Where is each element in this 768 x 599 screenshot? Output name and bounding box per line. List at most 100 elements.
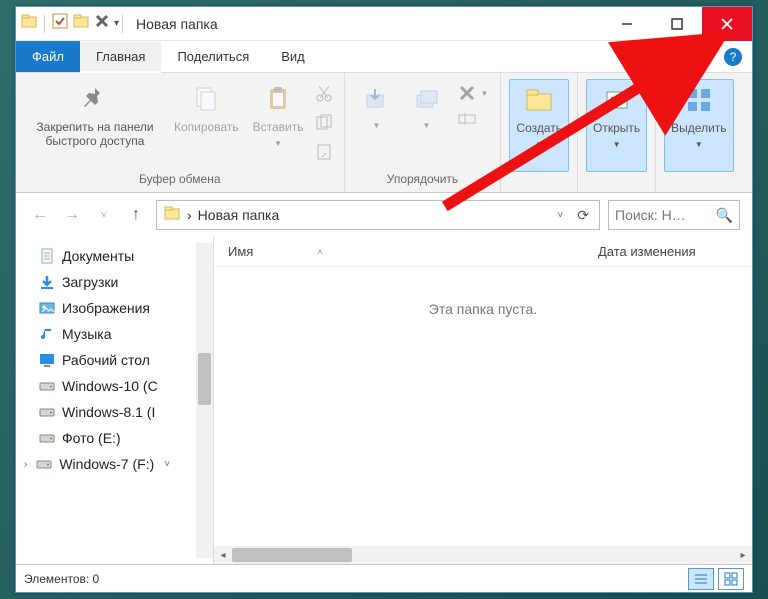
tab-view[interactable]: Вид <box>265 41 321 72</box>
forward-button[interactable]: → <box>60 203 84 227</box>
search-placeholder: Поиск: Н… <box>615 207 712 223</box>
download-icon <box>38 273 56 291</box>
chevron-right-icon[interactable]: › <box>24 459 27 470</box>
folder-icon <box>521 82 557 118</box>
group-clipboard: Закрепить на панели быстрого доступа Коп… <box>16 73 345 192</box>
tree-item-drive-f[interactable]: › Windows-7 (F:) ˅ <box>16 451 213 477</box>
minimize-button[interactable] <box>602 7 652 41</box>
refresh-icon[interactable]: ⟳ <box>573 207 593 224</box>
rename-icon <box>457 109 477 129</box>
move-to-button[interactable]: ▼ <box>353 79 401 172</box>
open-icon <box>599 82 635 118</box>
document-icon <box>38 247 56 265</box>
breadcrumb-sep[interactable]: › <box>187 207 192 223</box>
close-button[interactable] <box>702 7 752 41</box>
tree-item-downloads[interactable]: Загрузки <box>16 269 213 295</box>
group-select: Выделить ▼ <box>656 73 741 192</box>
tree-label: Windows-8.1 (I <box>62 404 155 420</box>
chevron-down-icon: ▼ <box>481 89 489 98</box>
up-button[interactable]: ↑ <box>124 203 148 227</box>
cut-icon[interactable] <box>314 83 334 108</box>
group-open: Открыть ▼ <box>578 73 656 192</box>
group-new: Создать ▼ <box>501 73 578 192</box>
breadcrumb[interactable]: Новая папка <box>198 207 280 223</box>
tree-item-drive-81[interactable]: Windows-8.1 (I <box>16 399 213 425</box>
collapse-ribbon-icon[interactable]: ⌃ <box>707 50 716 63</box>
paste-label: Вставить <box>253 121 304 135</box>
tree-item-documents[interactable]: Документы <box>16 243 213 269</box>
tree-label: Фото (E:) <box>62 430 121 446</box>
chevron-down-icon[interactable]: ˅ <box>164 459 170 470</box>
search-box[interactable]: Поиск: Н… 🔍 <box>608 200 740 230</box>
select-label: Выделить <box>671 122 726 136</box>
scroll-right-icon[interactable]: ▸ <box>734 550 752 561</box>
drive-icon <box>38 403 56 421</box>
pin-icon <box>77 81 113 117</box>
select-icon <box>681 82 717 118</box>
chevron-down-icon: ▼ <box>535 140 543 149</box>
empty-message: Эта папка пуста. <box>214 267 752 546</box>
view-details-button[interactable] <box>688 568 714 590</box>
ribbon: Закрепить на панели быстрого доступа Коп… <box>16 73 752 193</box>
rename-button[interactable] <box>455 107 491 131</box>
pin-button[interactable]: Закрепить на панели быстрого доступа <box>24 79 166 172</box>
folder-icon[interactable] <box>72 12 90 35</box>
column-headers: Имя˄ Дата изменения <box>214 237 752 267</box>
desktop-icon <box>38 351 56 369</box>
open-button[interactable]: Открыть ▼ <box>586 79 647 172</box>
recent-dropdown[interactable]: ˅ <box>92 203 116 227</box>
delete-button[interactable]: ▼ <box>455 81 491 105</box>
h-scroll-thumb[interactable] <box>232 548 352 562</box>
dropdown-icon[interactable]: ▾ <box>114 18 119 29</box>
check-icon[interactable] <box>51 12 69 35</box>
tree-item-music[interactable]: Музыка <box>16 321 213 347</box>
tab-share[interactable]: Поделиться <box>161 41 265 72</box>
h-scrollbar[interactable]: ◂ ▸ <box>214 546 752 564</box>
help-icon[interactable]: ? <box>724 48 742 66</box>
move-icon <box>359 81 395 117</box>
tree-label: Документы <box>62 248 134 264</box>
tree-scrollbar[interactable] <box>196 243 213 558</box>
scroll-left-icon[interactable]: ◂ <box>214 550 232 561</box>
content-pane: Имя˄ Дата изменения Эта папка пуста. ◂ ▸ <box>214 237 752 564</box>
copy-to-icon <box>409 81 445 117</box>
tab-home[interactable]: Главная <box>80 42 161 73</box>
folder-icon[interactable] <box>20 12 38 35</box>
window-title: Новая папка <box>136 16 218 32</box>
tree-item-drive-c[interactable]: Windows-10 (C <box>16 373 213 399</box>
status-bar: Элементов: 0 <box>16 564 752 592</box>
tree-scroll-thumb[interactable] <box>198 353 211 405</box>
open-label: Открыть <box>593 122 640 136</box>
ribbon-tabs: Файл Главная Поделиться Вид ⌃ ? <box>16 41 752 73</box>
copy-button[interactable]: Копировать <box>168 79 245 172</box>
back-button[interactable]: ← <box>28 203 52 227</box>
explorer-window: ▾ Новая папка Файл Главная Поделиться Ви… <box>15 6 753 593</box>
address-dropdown-icon[interactable]: ˅ <box>553 210 567 221</box>
tree-item-drive-e[interactable]: Фото (E:) <box>16 425 213 451</box>
search-icon[interactable]: 🔍 <box>716 207 733 224</box>
select-button[interactable]: Выделить ▼ <box>664 79 733 172</box>
nav-row: ← → ˅ ↑ › Новая папка ˅ ⟳ Поиск: Н… 🔍 <box>16 193 752 237</box>
column-name[interactable]: Имя˄ <box>214 244 584 259</box>
copy-path-icon[interactable] <box>314 112 334 137</box>
tree-label: Windows-7 (F:) <box>59 456 154 472</box>
tab-file[interactable]: Файл <box>16 41 80 72</box>
folder-icon <box>163 204 181 227</box>
maximize-button[interactable] <box>652 7 702 41</box>
paste-button[interactable]: Вставить ▼ <box>247 79 310 172</box>
group-open-label <box>586 172 647 190</box>
delete-x-icon[interactable] <box>93 12 111 35</box>
column-modified[interactable]: Дата изменения <box>584 244 752 259</box>
address-bar[interactable]: › Новая папка ˅ ⟳ <box>156 200 600 230</box>
tree-label: Загрузки <box>62 274 118 290</box>
tree-item-images[interactable]: Изображения <box>16 295 213 321</box>
chevron-down-icon: ▼ <box>613 140 621 149</box>
copy-to-button[interactable]: ▼ <box>403 79 451 172</box>
group-new-label <box>509 172 569 190</box>
view-icons-button[interactable] <box>718 568 744 590</box>
tree-item-desktop[interactable]: Рабочий стол <box>16 347 213 373</box>
paste-shortcut-icon[interactable] <box>314 141 334 166</box>
separator <box>122 15 123 33</box>
music-icon <box>38 325 56 343</box>
new-folder-button[interactable]: Создать ▼ <box>509 79 569 172</box>
